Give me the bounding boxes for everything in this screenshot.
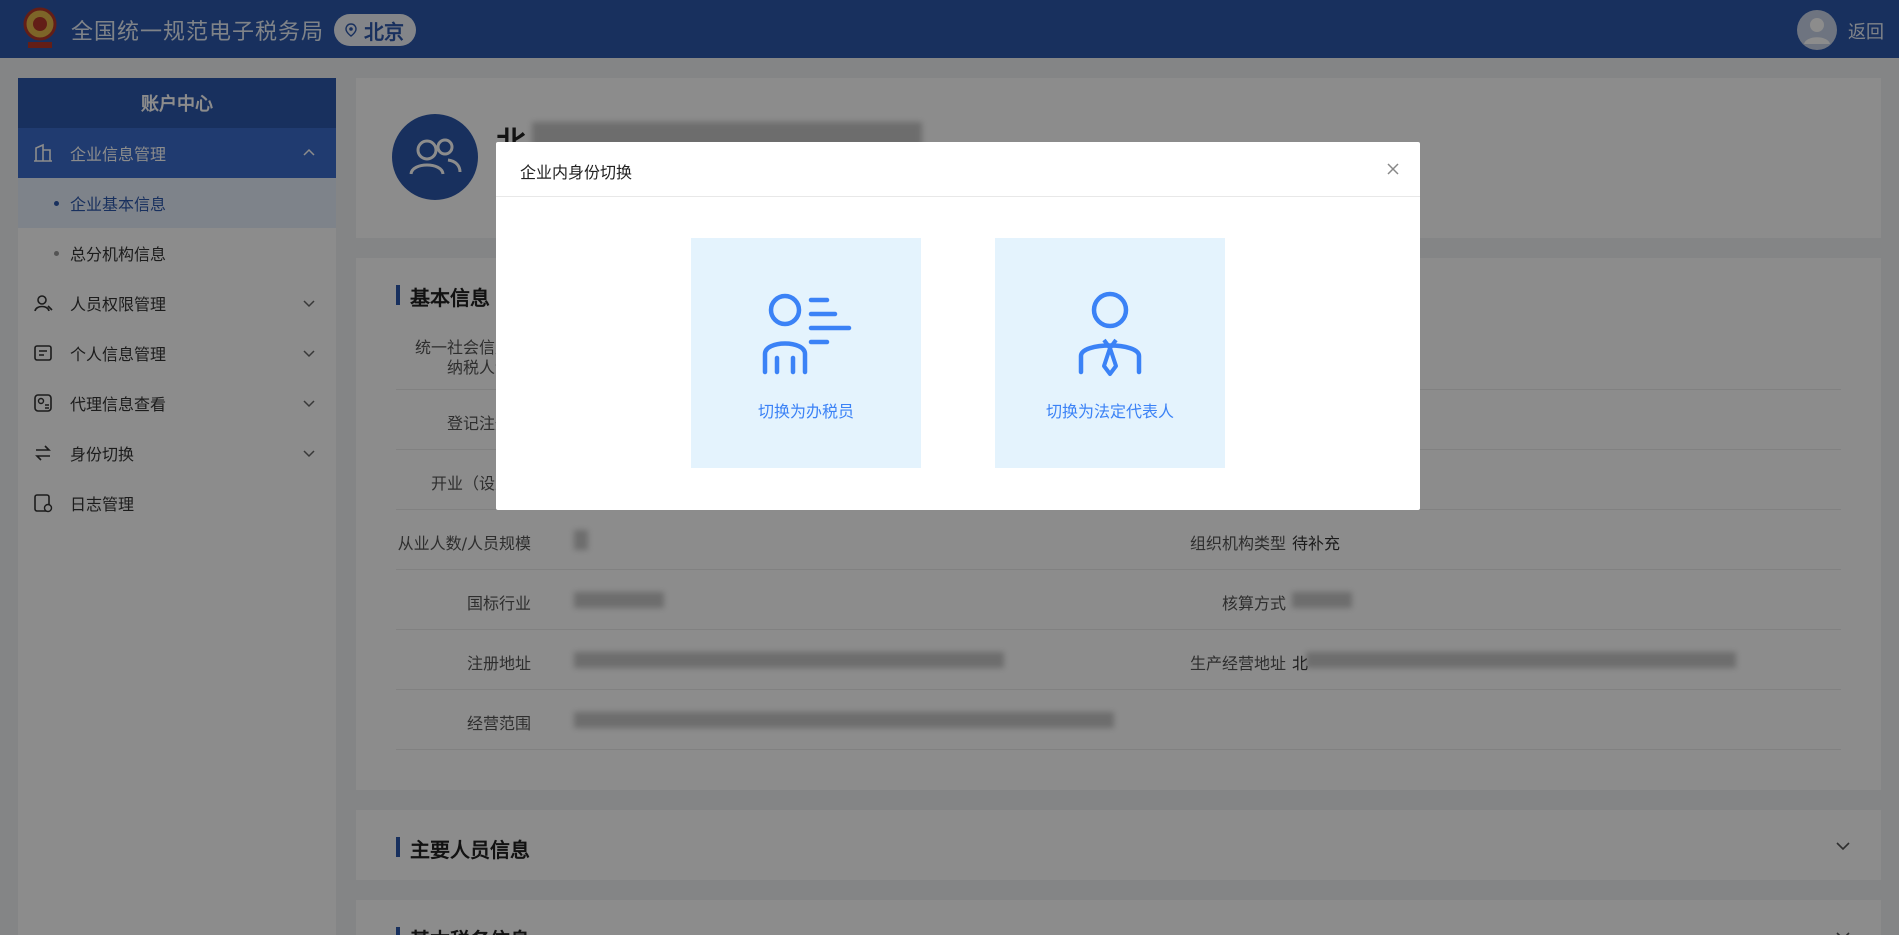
close-icon[interactable] bbox=[1384, 160, 1402, 178]
tax-clerk-icon bbox=[762, 293, 852, 375]
legal-representative-icon bbox=[1078, 291, 1142, 376]
modal-title: 企业内身份切换 bbox=[520, 163, 633, 182]
switch-to-legal-representative-button[interactable]: 切换为法定代表人 bbox=[995, 238, 1225, 468]
identity-switch-modal: 企业内身份切换 切换为办税员 切换为法定代表人 bbox=[496, 142, 1420, 510]
switch-to-legal-representative-label: 切换为法定代表人 bbox=[1045, 402, 1174, 421]
switch-to-tax-clerk-label: 切换为办税员 bbox=[757, 402, 854, 421]
switch-to-tax-clerk-button[interactable]: 切换为办税员 bbox=[691, 238, 921, 468]
modal-header: 企业内身份切换 bbox=[496, 142, 1420, 197]
